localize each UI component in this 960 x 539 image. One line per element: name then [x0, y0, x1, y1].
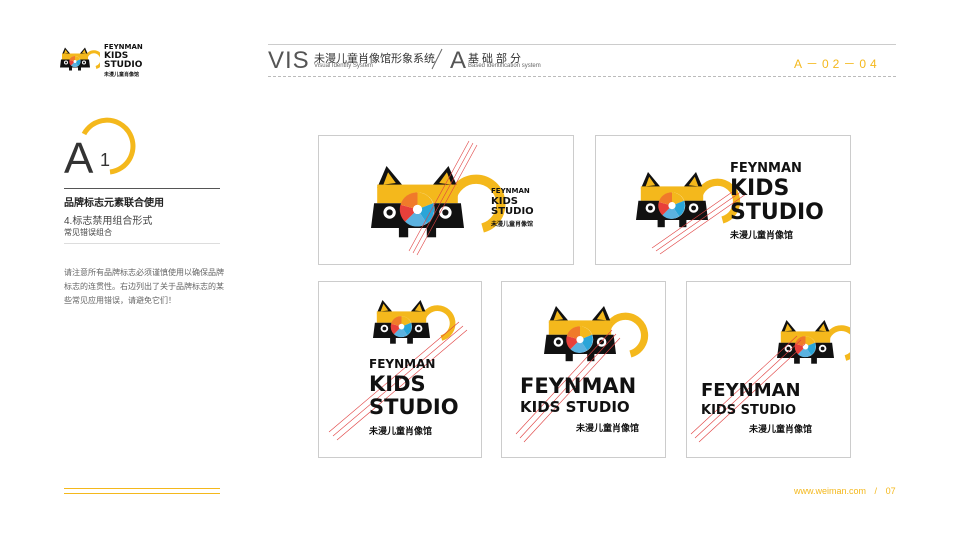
wordmark-cn: 未漫儿童肖像馆	[730, 231, 794, 241]
wordmark-cn: 未漫儿童肖像馆	[369, 427, 433, 437]
badge-letter: A	[64, 134, 94, 183]
error-example-4: FEYNMAN KIDS STUDIO 未漫儿童肖像馆	[501, 281, 666, 458]
wordmark-line1: FEYNMAN	[491, 187, 530, 195]
wordmark-line1: FEYNMAN	[730, 161, 802, 176]
footer-page: 07	[885, 486, 896, 496]
header-dash-line	[268, 76, 896, 77]
section-divider	[64, 188, 220, 189]
header-top-line	[268, 44, 896, 45]
section-subsubtitle: 常见错误组合	[64, 228, 112, 237]
error-example-3: FEYNMAN KIDS STUDIO 未漫儿童肖像馆	[318, 281, 482, 458]
section-subtitle: 4.标志禁用组合形式	[64, 216, 153, 227]
wordmark-line23: KIDS STUDIO	[520, 398, 630, 416]
wordmark-line2: KIDS	[369, 372, 426, 396]
description-text: 请注意所有品牌标志必须谨慎使用以确保品牌标志的连贯性。右边列出了关于品牌标志的某…	[64, 268, 224, 305]
wordmark-line2: KIDS	[730, 176, 790, 201]
badge-number: 1	[100, 150, 111, 170]
logo-line3: STUDIO	[104, 60, 143, 70]
slash-divider	[431, 48, 443, 70]
error-example-1: FEYNMAN KIDS STUDIO 未漫儿童肖像馆	[318, 135, 574, 265]
wordmark-cn: 未漫儿童肖像馆	[576, 424, 640, 434]
footer-lines	[64, 488, 220, 496]
footer: www.weiman.com / 07	[794, 486, 896, 496]
section-badge: A 1	[64, 112, 144, 183]
logo-line1: FEYNMAN	[104, 43, 143, 51]
brand-logo: FEYNMAN KIDS STUDIO 未漫儿童肖像馆	[58, 38, 150, 82]
section-en-label: Based identification system	[468, 63, 541, 69]
page-code: A－02－04	[794, 57, 881, 71]
logo-cn: 未漫儿童肖像馆	[104, 72, 140, 78]
wordmark-line23: KIDS STUDIO	[701, 403, 797, 418]
vis-label: VIS	[268, 47, 310, 74]
wordmark-line1: FEYNMAN	[369, 357, 436, 371]
wordmark-line1: FEYNMAN	[701, 380, 801, 401]
error-example-5: FEYNMAN KIDS STUDIO 未漫儿童肖像馆	[686, 281, 851, 458]
cat-mascot-icon	[777, 320, 850, 364]
wordmark-cn: 未漫儿童肖像馆	[749, 425, 813, 435]
section-divider-2	[64, 243, 220, 244]
section-letter: A	[450, 47, 467, 74]
wordmark-cn: 未漫儿童肖像馆	[491, 221, 534, 228]
vis-en-label: Visual Identity System	[314, 63, 373, 69]
cat-mascot-icon	[58, 46, 104, 72]
error-example-2: FEYNMAN KIDS STUDIO 未漫儿童肖像馆	[595, 135, 851, 265]
wordmark-line1: FEYNMAN	[520, 374, 637, 398]
footer-sep: /	[874, 486, 878, 496]
section-title: 品牌标志元素联合使用	[64, 198, 164, 209]
cat-mascot-icon	[544, 306, 645, 361]
wordmark-line3: STUDIO	[730, 200, 824, 225]
footer-url[interactable]: www.weiman.com	[794, 486, 866, 496]
panel-graphics	[319, 140, 573, 256]
wordmark-line3: STUDIO	[491, 206, 534, 217]
wordmark-line3: STUDIO	[369, 395, 459, 419]
